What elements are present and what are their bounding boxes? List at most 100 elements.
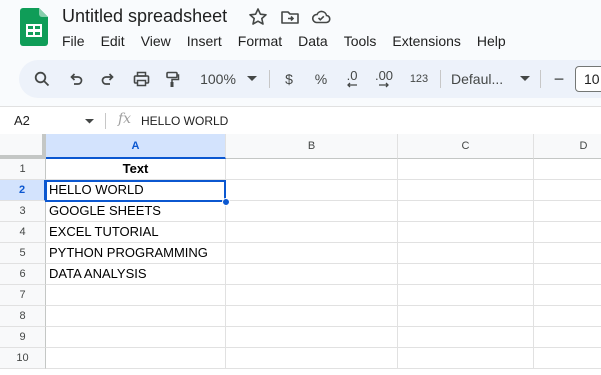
cell-d4[interactable]	[534, 222, 601, 243]
cloud-saved-icon[interactable]	[311, 7, 331, 27]
decrease-font-size-button[interactable]: −	[549, 60, 569, 98]
cell-a10[interactable]	[46, 348, 226, 369]
document-title[interactable]: Untitled spreadsheet	[62, 6, 227, 27]
cell-a2[interactable]: HELLO WORLD	[46, 180, 226, 201]
fx-icon: fx	[118, 111, 132, 127]
menu-format[interactable]: Format	[230, 31, 290, 51]
cell-b5[interactable]	[226, 243, 398, 264]
cell-c2[interactable]	[398, 180, 534, 201]
cell-b4[interactable]	[226, 222, 398, 243]
decrease-decimal-button[interactable]: .0	[340, 60, 364, 98]
cell-b1[interactable]	[226, 159, 398, 180]
row-header-8[interactable]: 8	[0, 306, 46, 327]
name-box[interactable]: A2	[14, 113, 30, 128]
row-header-5[interactable]: 5	[0, 243, 46, 264]
cell-c3[interactable]	[398, 201, 534, 222]
row-header-9[interactable]: 9	[0, 327, 46, 348]
cell-b3[interactable]	[226, 201, 398, 222]
fill-handle[interactable]	[222, 198, 230, 206]
cell-c5[interactable]	[398, 243, 534, 264]
cell-c1[interactable]	[398, 159, 534, 180]
cell-a1[interactable]: Text	[46, 159, 226, 180]
column-header-c[interactable]: C	[398, 134, 534, 159]
column-header-a[interactable]: A	[46, 134, 226, 159]
cell-b8[interactable]	[226, 306, 398, 327]
increase-decimal-button[interactable]: .00	[371, 60, 397, 98]
cell-b7[interactable]	[226, 285, 398, 306]
cell-d8[interactable]	[534, 306, 601, 327]
cell-d7[interactable]	[534, 285, 601, 306]
cell-b10[interactable]	[226, 348, 398, 369]
currency-format-button[interactable]: $	[278, 60, 300, 98]
decrease-decimal-label: .0	[346, 68, 358, 83]
cell-b9[interactable]	[226, 327, 398, 348]
cell-a7[interactable]	[46, 285, 226, 306]
cell-d6[interactable]	[534, 264, 601, 285]
cell-d1[interactable]	[534, 159, 601, 180]
cell-b2[interactable]	[226, 180, 398, 201]
increase-decimal-label: .00	[374, 68, 394, 83]
cell-c10[interactable]	[398, 348, 534, 369]
cell-c6[interactable]	[398, 264, 534, 285]
zoom-value: 100%	[200, 71, 236, 87]
cell-b6[interactable]	[226, 264, 398, 285]
undo-icon	[70, 73, 83, 85]
row-header-4[interactable]: 4	[0, 222, 46, 243]
row-header-1[interactable]: 1	[0, 159, 46, 180]
cell-d9[interactable]	[534, 327, 601, 348]
menu-data[interactable]: Data	[290, 31, 336, 51]
cell-c7[interactable]	[398, 285, 534, 306]
menu-view[interactable]: View	[133, 31, 179, 51]
select-all-corner[interactable]	[0, 134, 46, 159]
cell-a3[interactable]: GOOGLE SHEETS	[46, 201, 226, 222]
sheets-logo-icon[interactable]	[20, 8, 48, 46]
cell-d10[interactable]	[534, 348, 601, 369]
zoom-dropdown[interactable]	[245, 60, 259, 98]
cell-a6[interactable]: DATA ANALYSIS	[46, 264, 226, 285]
app-header: Untitled spreadsheet File Edit View Inse…	[0, 0, 601, 60]
row-header-3[interactable]: 3	[0, 201, 46, 222]
cell-a9[interactable]	[46, 327, 226, 348]
column-header-d[interactable]: D	[534, 134, 601, 159]
font-size-input[interactable]: 10	[575, 66, 601, 92]
row-header-2[interactable]: 2	[0, 180, 46, 201]
redo-button[interactable]	[97, 60, 119, 98]
menu-extensions[interactable]: Extensions	[384, 31, 468, 51]
more-formats-button[interactable]: 123	[407, 60, 431, 98]
star-icon[interactable]	[248, 7, 268, 27]
menu-tools[interactable]: Tools	[336, 31, 385, 51]
font-family-select[interactable]: Defaul...	[451, 60, 517, 98]
toolbar-divider	[540, 70, 541, 88]
caret-down-icon	[520, 76, 530, 81]
paint-format-button[interactable]	[161, 60, 183, 98]
cell-d3[interactable]	[534, 201, 601, 222]
undo-button[interactable]	[65, 60, 87, 98]
caret-down-icon[interactable]	[85, 119, 94, 124]
print-button[interactable]	[130, 60, 152, 98]
percent-format-button[interactable]: %	[310, 60, 332, 98]
cell-a5[interactable]: PYTHON PROGRAMMING	[46, 243, 226, 264]
cell-d2[interactable]	[534, 180, 601, 201]
cell-a4[interactable]: EXCEL TUTORIAL	[46, 222, 226, 243]
cell-c9[interactable]	[398, 327, 534, 348]
search-menus-button[interactable]	[31, 60, 53, 98]
cell-c4[interactable]	[398, 222, 534, 243]
cell-c8[interactable]	[398, 306, 534, 327]
zoom-select[interactable]: 100%	[195, 60, 241, 98]
formula-bar-divider	[105, 113, 106, 129]
cell-a8[interactable]	[46, 306, 226, 327]
column-header-b[interactable]: B	[226, 134, 398, 159]
menu-insert[interactable]: Insert	[179, 31, 230, 51]
toolbar: 100% $ % .0 .00 123 Defaul... −	[19, 60, 601, 98]
menu-help[interactable]: Help	[469, 31, 514, 51]
menu-file[interactable]: File	[54, 31, 93, 51]
move-folder-icon[interactable]	[280, 7, 300, 27]
print-icon	[133, 71, 149, 87]
row-header-10[interactable]: 10	[0, 348, 46, 369]
menu-edit[interactable]: Edit	[93, 31, 133, 51]
formula-input[interactable]: HELLO WORLD	[141, 114, 228, 128]
row-header-6[interactable]: 6	[0, 264, 46, 285]
font-family-dropdown[interactable]	[518, 60, 532, 98]
row-header-7[interactable]: 7	[0, 285, 46, 306]
cell-d5[interactable]	[534, 243, 601, 264]
